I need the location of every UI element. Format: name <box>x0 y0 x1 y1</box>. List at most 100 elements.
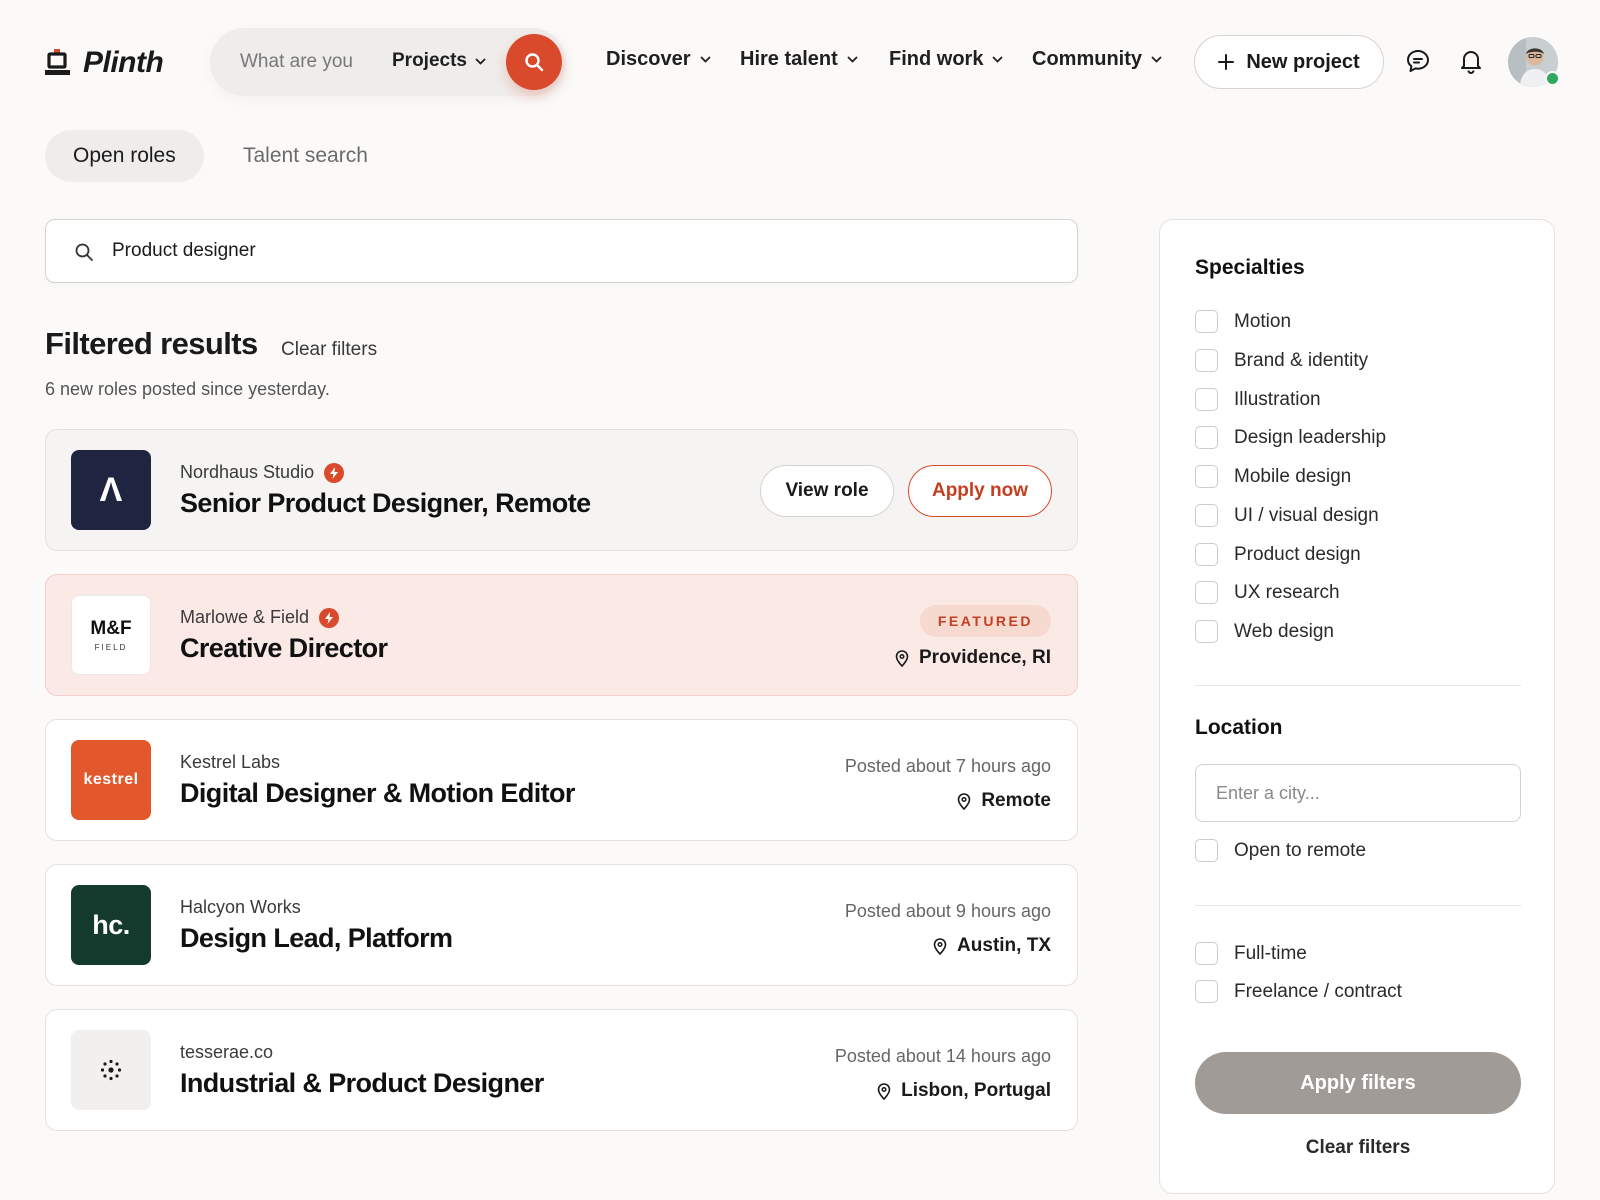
nav-hire-talent[interactable]: Hire talent <box>740 48 858 71</box>
notifications-button[interactable] <box>1458 48 1484 74</box>
clear-filters-link[interactable]: Clear filters <box>281 339 377 361</box>
checkbox-box[interactable] <box>1195 581 1218 604</box>
company-logo: kestrel <box>71 740 151 820</box>
company-logo: Λ <box>71 450 151 530</box>
posted-time: Posted about 7 hours ago <box>844 756 1051 776</box>
stamp-icon <box>45 49 70 75</box>
company-logo-text: hc. <box>92 909 130 940</box>
checkbox-box[interactable] <box>1195 504 1218 527</box>
map-pin-icon <box>958 792 971 810</box>
job-location-text: Lisbon, Portugal <box>901 1080 1051 1101</box>
company-logo-subtext: FIELD <box>94 643 128 652</box>
job-card-featured[interactable]: M&F FIELD Marlowe & Field Creative Direc… <box>45 574 1078 696</box>
checkbox-box[interactable] <box>1195 839 1218 862</box>
new-project-button[interactable]: New project <box>1194 35 1384 89</box>
tab-open-roles[interactable]: Open roles <box>45 130 204 182</box>
checkbox-freelance-contract[interactable]: Freelance / contract <box>1195 980 1402 1003</box>
job-card[interactable]: Λ Nordhaus Studio Senior Product Designe… <box>45 429 1078 551</box>
header-search-button[interactable] <box>506 34 562 90</box>
user-avatar[interactable] <box>1508 37 1560 87</box>
checkbox-label: Design leadership <box>1234 426 1387 448</box>
role-search-input[interactable] <box>112 236 1012 266</box>
job-title[interactable]: Industrial & Product Designer <box>180 1068 544 1099</box>
nav-community[interactable]: Community <box>1032 48 1162 71</box>
apply-filters-button[interactable]: Apply filters <box>1195 1052 1521 1114</box>
checkbox-open-to-remote[interactable]: Open to remote <box>1195 839 1366 862</box>
checkbox-box[interactable] <box>1195 980 1218 1003</box>
checkbox-label: UI / visual design <box>1234 504 1379 526</box>
job-title[interactable]: Creative Director <box>180 633 388 664</box>
checkbox-box[interactable] <box>1195 942 1218 965</box>
map-pin-icon <box>933 937 947 955</box>
job-location: Austin, TX <box>933 935 1051 957</box>
job-location: Lisbon, Portugal <box>877 1080 1051 1102</box>
checkbox-full-time[interactable]: Full-time <box>1195 942 1307 965</box>
app-logo[interactable]: Plinth <box>45 46 164 80</box>
checkbox-brand-identity[interactable]: Brand & identity <box>1195 349 1368 372</box>
checkbox-product-design[interactable]: Product design <box>1195 543 1361 566</box>
search-scope-dropdown[interactable]: Projects <box>392 50 486 72</box>
company-logo-text: M&F <box>90 618 132 639</box>
nav-discover[interactable]: Discover <box>606 48 711 71</box>
job-card[interactable]: kestrel Kestrel Labs Digital Designer & … <box>45 719 1078 841</box>
checkbox-web-design[interactable]: Web design <box>1195 620 1334 643</box>
checkbox-label: Open to remote <box>1234 839 1367 861</box>
job-location-text: Providence, RI <box>919 647 1051 668</box>
checkbox-illustration[interactable]: Illustration <box>1195 388 1321 411</box>
header-search-input[interactable] <box>240 48 360 76</box>
job-location: Providence, RI <box>895 647 1051 669</box>
sidebar-clear-filters-button[interactable]: Clear filters <box>1195 1130 1521 1166</box>
city-input[interactable] <box>1216 779 1496 807</box>
sidebar-divider <box>1195 905 1521 906</box>
online-status-dot <box>1545 71 1560 86</box>
filters-sidebar: Specialties Motion Brand & identity Illu… <box>1159 219 1555 1194</box>
checkbox-label: Freelance / contract <box>1234 980 1402 1002</box>
job-location-text: Remote <box>981 790 1051 811</box>
company-name-text: Nordhaus Studio <box>180 462 315 482</box>
checkbox-ux-research[interactable]: UX research <box>1195 581 1340 604</box>
map-pin-icon <box>895 649 909 667</box>
header-search: Projects <box>210 28 566 96</box>
job-location: Remote <box>957 790 1051 812</box>
checkbox-label: UX research <box>1234 581 1340 603</box>
new-project-label: New project <box>1246 50 1360 73</box>
nav-label: Hire talent <box>740 48 838 70</box>
specialties-heading: Specialties <box>1195 256 1305 279</box>
messages-button[interactable] <box>1405 48 1431 74</box>
job-title[interactable]: Senior Product Designer, Remote <box>180 488 591 519</box>
view-role-button[interactable]: View role <box>760 465 894 517</box>
results-title: Filtered results <box>45 326 258 361</box>
checkbox-box[interactable] <box>1195 465 1218 488</box>
job-card[interactable]: hc. Halcyon Works Design Lead, Platform … <box>45 864 1078 986</box>
checkbox-box[interactable] <box>1195 349 1218 372</box>
checkbox-label: Motion <box>1234 310 1292 332</box>
bell-icon <box>1461 51 1481 74</box>
company-logo <box>71 1030 151 1110</box>
app-name: Plinth <box>83 46 164 79</box>
checkbox-ui-visual-design[interactable]: UI / visual design <box>1195 504 1379 527</box>
chevron-down-icon <box>699 56 711 63</box>
company-name: Marlowe & Field <box>180 607 340 628</box>
company-name: tesserae.co <box>180 1042 273 1063</box>
plus-icon <box>1218 54 1235 70</box>
checkbox-box[interactable] <box>1195 388 1218 411</box>
checkbox-box[interactable] <box>1195 426 1218 449</box>
company-name-text: Halcyon Works <box>180 897 301 917</box>
tab-talent-search[interactable]: Talent search <box>215 130 396 182</box>
apply-now-button[interactable]: Apply now <box>908 465 1052 517</box>
checkbox-mobile-design[interactable]: Mobile design <box>1195 465 1351 488</box>
job-title[interactable]: Digital Designer & Motion Editor <box>180 778 575 809</box>
checkbox-box[interactable] <box>1195 620 1218 643</box>
search-icon <box>525 53 544 72</box>
checkbox-design-leadership[interactable]: Design leadership <box>1195 426 1386 449</box>
nav-find-work[interactable]: Find work <box>889 48 1004 71</box>
posted-time: Posted about 9 hours ago <box>844 901 1051 921</box>
company-logo: hc. <box>71 885 151 965</box>
job-card[interactable]: tesserae.co Industrial & Product Designe… <box>45 1009 1078 1131</box>
checkbox-motion[interactable]: Motion <box>1195 310 1291 333</box>
checkbox-box[interactable] <box>1195 310 1218 333</box>
checkbox-box[interactable] <box>1195 543 1218 566</box>
dots-cluster-icon <box>100 1059 122 1081</box>
search-scope-label: Projects <box>392 50 467 71</box>
job-title[interactable]: Design Lead, Platform <box>180 923 453 954</box>
